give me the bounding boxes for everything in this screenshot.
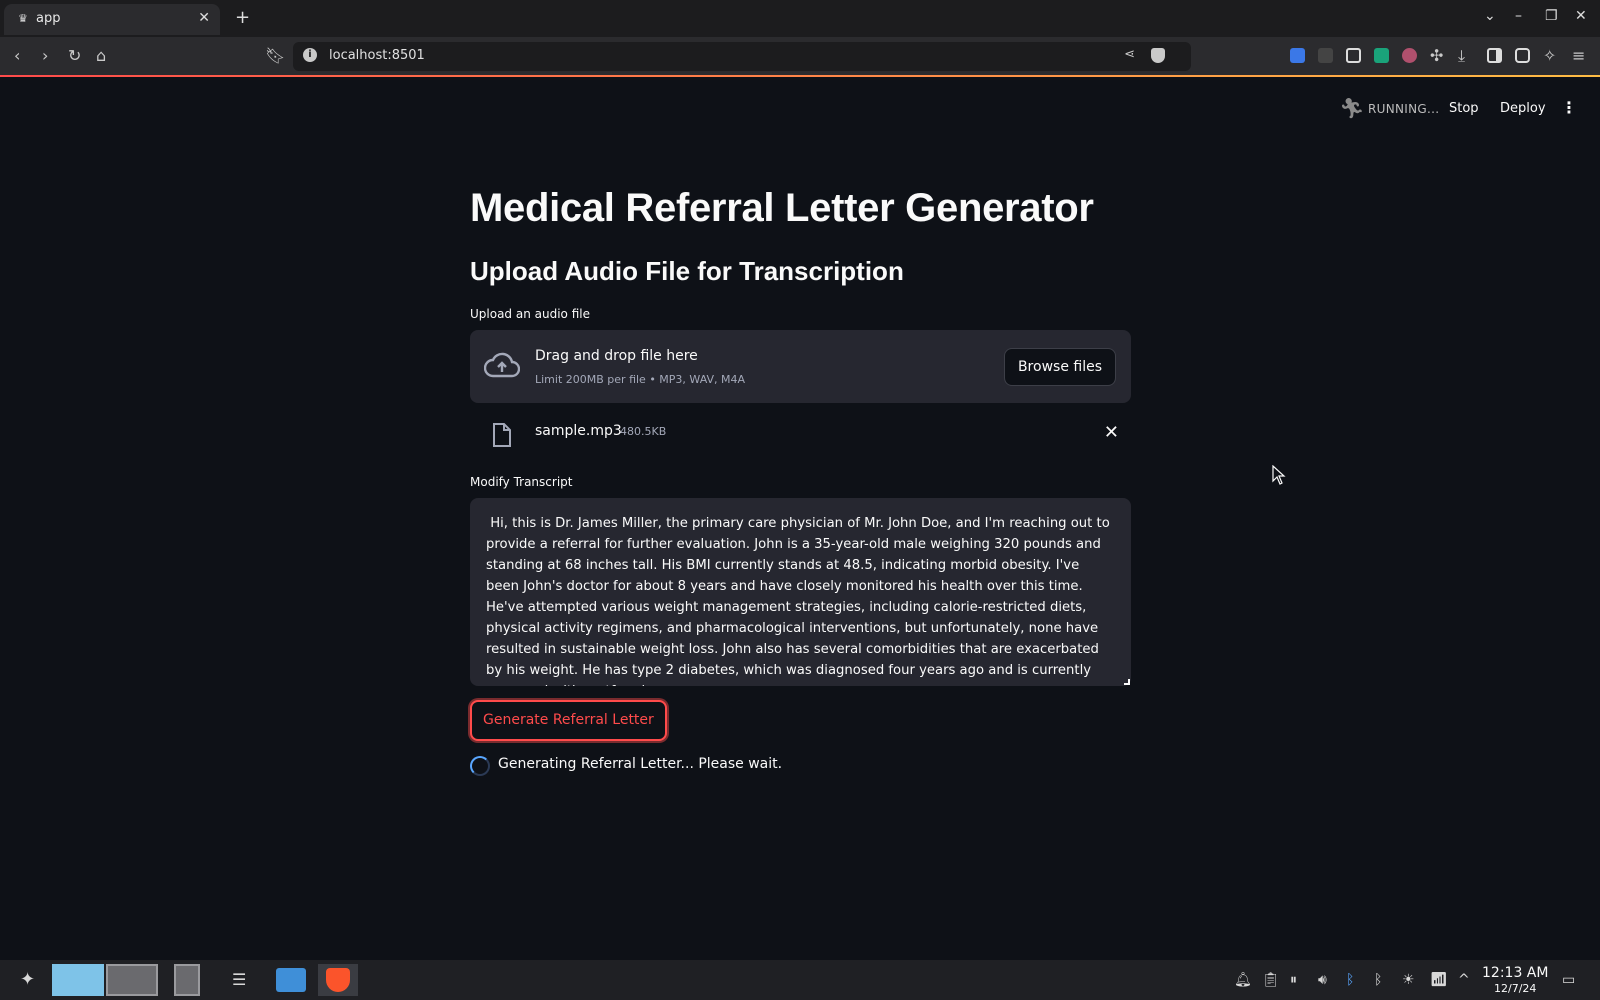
- streamlit-favicon-icon: ♛: [18, 12, 28, 25]
- window-close-icon[interactable]: ✕: [1575, 8, 1587, 24]
- file-name: sample.mp3: [535, 423, 622, 439]
- mouse-cursor-icon: [1272, 465, 1286, 485]
- generate-referral-button[interactable]: Generate Referral Letter: [470, 700, 667, 741]
- uploaded-file-row: sample.mp3 480.5KB ✕: [470, 418, 1131, 458]
- browser-tab[interactable]: ♛ app ✕: [4, 4, 220, 35]
- deploy-button[interactable]: Deploy: [1500, 101, 1546, 116]
- home-icon[interactable]: ⌂: [96, 46, 106, 65]
- media-pause-icon[interactable]: ⏸: [1290, 972, 1297, 988]
- browser-tab-bar: ♛ app ✕ + ⌄ – ❐ ✕: [0, 0, 1600, 37]
- tab-close-icon[interactable]: ✕: [198, 10, 210, 26]
- clipboard-icon[interactable]: 📋︎: [1262, 972, 1280, 988]
- file-icon: [493, 423, 511, 447]
- page-title: Medical Referral Letter Generator: [470, 186, 1094, 230]
- main-menu-icon[interactable]: ⋮: [1561, 98, 1577, 117]
- site-info-icon[interactable]: i: [303, 48, 317, 62]
- stop-button[interactable]: Stop: [1449, 101, 1479, 116]
- bookmark-icon[interactable]: 🔖︎: [265, 46, 285, 65]
- workspace-2[interactable]: [106, 964, 158, 996]
- back-icon[interactable]: ‹: [14, 46, 20, 65]
- loading-spinner-icon: [470, 756, 490, 776]
- url-text: localhost:8501: [329, 48, 425, 63]
- uploader-label: Upload an audio file: [470, 307, 590, 321]
- clock-date[interactable]: 12/7/24: [1494, 982, 1536, 995]
- brightness-icon[interactable]: ☀: [1402, 972, 1415, 988]
- dropzone-limit: Limit 200MB per file • MP3, WAV, M4A: [535, 373, 746, 386]
- forward-icon[interactable]: ›: [42, 46, 48, 65]
- browser-menu-icon[interactable]: ≡: [1572, 46, 1585, 65]
- workspace-3[interactable]: [174, 964, 200, 996]
- bluetooth-app-icon[interactable]: ᛒ: [1346, 972, 1354, 988]
- download-icon[interactable]: ⤓: [1458, 46, 1465, 66]
- notifications-icon[interactable]: 🔔︎: [1234, 972, 1252, 988]
- running-status: RUNNING...: [1368, 102, 1440, 116]
- bluetooth-icon[interactable]: ᛒ: [1374, 972, 1382, 988]
- file-manager-icon[interactable]: [276, 968, 306, 992]
- running-man-icon: 🏃︎: [1339, 96, 1365, 120]
- dropzone-title: Drag and drop file here: [535, 348, 698, 364]
- tab-title: app: [36, 11, 61, 26]
- sidebar-icon[interactable]: [1487, 48, 1502, 63]
- leo-ai-icon[interactable]: ✧: [1543, 46, 1556, 65]
- brave-logo-icon: [326, 968, 350, 992]
- mail-extension-icon[interactable]: [1374, 48, 1389, 63]
- brave-browser-taskbar-item[interactable]: [318, 964, 358, 996]
- wifi-icon[interactable]: 📶︎: [1430, 972, 1448, 988]
- share-icon[interactable]: ⋖: [1124, 47, 1135, 62]
- loading-progress-bar: [0, 75, 1600, 77]
- status-message: Generating Referral Letter... Please wai…: [498, 756, 783, 772]
- volume-icon[interactable]: 🔊︎: [1318, 972, 1327, 988]
- translate-extension-icon[interactable]: [1290, 48, 1305, 63]
- settings-sliders-icon[interactable]: ☰: [232, 970, 246, 989]
- cloud-upload-icon: [484, 352, 520, 378]
- section-title: Upload Audio File for Transcription: [470, 256, 904, 286]
- glasses-extension-icon[interactable]: [1402, 48, 1417, 63]
- transcript-textarea[interactable]: Hi, this is Dr. James Miller, the primar…: [470, 498, 1131, 686]
- file-size: 480.5KB: [620, 425, 667, 438]
- extension-icon[interactable]: [1318, 48, 1333, 63]
- maximize-icon[interactable]: ❐: [1545, 8, 1558, 24]
- browse-files-button[interactable]: Browse files: [1003, 348, 1116, 386]
- wallet-icon[interactable]: [1515, 48, 1530, 63]
- brave-shields-icon[interactable]: [1151, 48, 1165, 63]
- os-taskbar: ✦ ☰ 🔔︎ 📋︎ ⏸ 🔊︎ ᛒ ᛒ ☀ 📶︎ ^ 12:13 AM 12/7/…: [0, 960, 1600, 1000]
- address-bar[interactable]: i localhost:8501 ⋖: [293, 42, 1191, 71]
- tab-list-icon[interactable]: ⌄: [1484, 8, 1496, 24]
- textarea-resize-handle[interactable]: [1124, 679, 1130, 685]
- app-launcher-icon[interactable]: ✦: [20, 969, 35, 990]
- workspace-1[interactable]: [52, 964, 104, 996]
- minimize-icon[interactable]: –: [1515, 8, 1522, 24]
- clock-time[interactable]: 12:13 AM: [1482, 965, 1548, 981]
- reload-icon[interactable]: ↻: [68, 46, 81, 65]
- show-desktop-icon[interactable]: ▭: [1562, 972, 1575, 988]
- transcript-label: Modify Transcript: [470, 475, 573, 489]
- window-extension-icon[interactable]: [1346, 48, 1361, 63]
- tray-expand-icon[interactable]: ^: [1458, 972, 1470, 988]
- remove-file-icon[interactable]: ✕: [1104, 422, 1119, 443]
- browser-nav-bar: ‹ › ↻ ⌂ 🔖︎ i localhost:8501 ⋖ ✣ ⤓ ✧ ≡: [0, 37, 1600, 75]
- file-dropzone[interactable]: Drag and drop file here Limit 200MB per …: [470, 330, 1131, 403]
- puzzle-extensions-icon[interactable]: ✣: [1430, 46, 1443, 65]
- new-tab-icon[interactable]: +: [235, 7, 250, 28]
